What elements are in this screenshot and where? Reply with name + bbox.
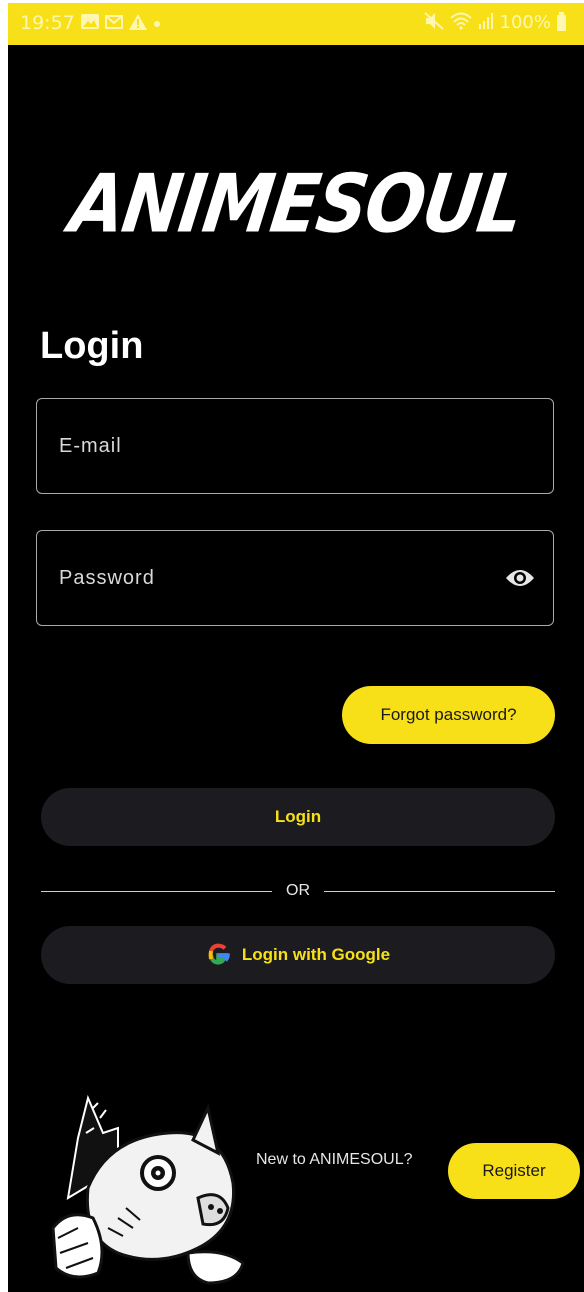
battery-percent: 100%: [499, 12, 551, 33]
google-icon: [206, 943, 230, 967]
dot-icon: [153, 15, 161, 31]
status-bar: 19:57 100%: [8, 3, 584, 45]
register-button[interactable]: Register: [448, 1143, 580, 1199]
email-input[interactable]: [37, 399, 553, 493]
wifi-icon: [449, 12, 472, 33]
register-prompt: New to ANIMESOUL?: [256, 1151, 413, 1168]
or-divider: OR: [41, 877, 555, 905]
google-login-button[interactable]: Login with Google: [41, 926, 555, 984]
warning-icon: [128, 13, 147, 33]
mascot-illustration: [48, 1078, 248, 1288]
password-field-container: [36, 530, 554, 626]
forgot-password-button[interactable]: Forgot password?: [342, 686, 555, 744]
divider-line-right: [324, 890, 555, 892]
status-left: 19:57: [20, 12, 161, 34]
status-right: 100%: [423, 11, 566, 33]
battery-icon: [557, 11, 566, 31]
signal-icon: [478, 13, 494, 32]
mute-icon: [423, 12, 444, 33]
status-time: 19:57: [20, 12, 75, 34]
divider-line-left: [41, 890, 272, 892]
email-field-container: [36, 398, 554, 494]
login-button[interactable]: Login: [41, 788, 555, 846]
google-login-label: Login with Google: [241, 945, 391, 964]
eye-icon[interactable]: [505, 567, 535, 589]
password-input[interactable]: [37, 531, 553, 625]
gallery-icon: [80, 14, 99, 32]
app-screen: 19:57 100% ANIMESOUL Login E-mail Forgot…: [8, 3, 584, 1292]
or-label: OR: [286, 882, 310, 899]
mail-icon: [104, 14, 123, 32]
app-logo: ANIMESOUL: [64, 156, 528, 252]
page-title: Login: [40, 325, 144, 367]
